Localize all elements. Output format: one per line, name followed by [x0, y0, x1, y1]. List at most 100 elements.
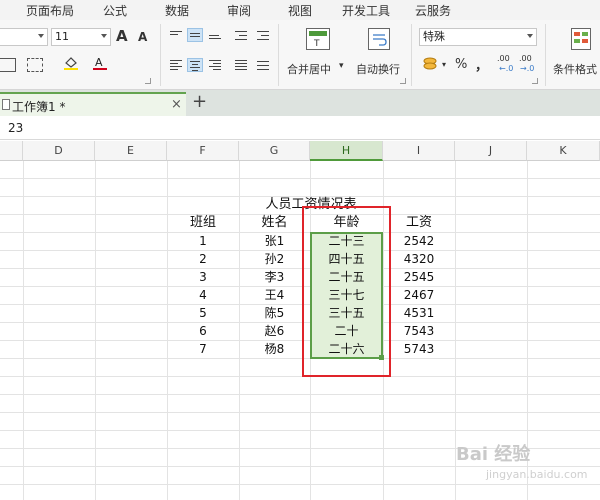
watermark-brand: Bai 经验 [456, 444, 531, 465]
column-header-d[interactable]: D [23, 141, 95, 161]
grid-line [0, 394, 600, 395]
font-dialog-launcher-icon[interactable] [145, 78, 151, 84]
distributed-icon[interactable] [255, 58, 271, 72]
chevron-down-icon[interactable]: ▾ [442, 60, 446, 69]
column-header-k[interactable]: K [527, 141, 600, 161]
font-size-combo[interactable]: 11 [51, 28, 111, 46]
cell-group[interactable]: 3 [167, 268, 239, 286]
cell-name[interactable]: 杨8 [239, 340, 310, 358]
column-header-e[interactable]: E [95, 141, 167, 161]
cell-group[interactable]: 5 [167, 304, 239, 322]
column-header-partial[interactable] [0, 141, 23, 161]
column-header-h[interactable]: H [310, 141, 383, 161]
alignment-dialog-launcher-icon[interactable] [400, 78, 406, 84]
chevron-down-icon [38, 34, 44, 38]
decrease-decimal-button[interactable]: .00 [519, 54, 532, 63]
merge-center-icon[interactable]: T [306, 28, 330, 50]
ribbon-separator [545, 24, 546, 86]
close-icon[interactable]: × [171, 97, 182, 112]
font-color-swatch [93, 68, 107, 70]
cell-name[interactable]: 孙2 [239, 250, 310, 268]
menu-tab-page-layout[interactable]: 页面布局 [26, 2, 74, 19]
align-right-icon[interactable] [207, 58, 223, 72]
menu-tab-data[interactable]: 数据 [165, 2, 189, 19]
ribbon-separator [160, 24, 161, 86]
justify-icon[interactable] [233, 58, 249, 72]
header-cell-name[interactable]: 姓名 [239, 214, 310, 232]
grid-line [0, 178, 600, 179]
column-header-j[interactable]: J [455, 141, 527, 161]
arrow-right-icon: →.0 [520, 64, 535, 73]
cell-group[interactable]: 1 [167, 232, 239, 250]
number-format-combo[interactable]: 特殊 [419, 28, 537, 46]
align-bottom-icon[interactable] [207, 28, 223, 42]
cell-group[interactable]: 7 [167, 340, 239, 358]
merge-center-button[interactable]: 合并居中 [287, 61, 331, 77]
number-dialog-launcher-icon[interactable] [532, 78, 538, 84]
chevron-down-icon[interactable]: ▾ [339, 61, 344, 71]
header-cell-salary[interactable]: 工资 [383, 214, 455, 232]
indent-decrease-icon[interactable] [233, 28, 249, 42]
cell-group[interactable]: 4 [167, 286, 239, 304]
grid-line [0, 358, 600, 359]
grid-line [0, 430, 600, 431]
menu-tab-developer[interactable]: 开发工具 [342, 2, 390, 19]
cell-salary[interactable]: 7543 [383, 322, 455, 340]
increase-decimal-button[interactable]: .00 [497, 54, 510, 63]
cell-group[interactable]: 2 [167, 250, 239, 268]
column-header-g[interactable]: G [239, 141, 310, 161]
document-tab-title: 工作簿1 * [12, 100, 66, 114]
wrap-text-button[interactable]: 自动换行 [356, 61, 400, 77]
cell-salary[interactable]: 2467 [383, 286, 455, 304]
cell-salary[interactable]: 4531 [383, 304, 455, 322]
wrap-text-icon[interactable] [368, 28, 390, 50]
cell-name[interactable]: 陈5 [239, 304, 310, 322]
cell-name[interactable]: 张1 [239, 232, 310, 250]
svg-text:T: T [313, 39, 320, 49]
conditional-format-icon[interactable] [571, 28, 591, 50]
menu-tab-cloud[interactable]: 云服务 [415, 2, 451, 19]
fill-color-icon[interactable] [63, 56, 79, 70]
align-middle-icon[interactable] [187, 28, 203, 42]
cell-name[interactable]: 王4 [239, 286, 310, 304]
cell-group[interactable]: 6 [167, 322, 239, 340]
cell-name[interactable]: 赵6 [239, 322, 310, 340]
align-left-icon[interactable] [168, 58, 184, 72]
column-header-f[interactable]: F [167, 141, 239, 161]
new-tab-button[interactable]: + [192, 91, 207, 112]
font-shrink-button[interactable]: A [138, 30, 147, 44]
cell-salary[interactable]: 2545 [383, 268, 455, 286]
align-top-icon[interactable] [168, 28, 184, 42]
indent-increase-icon[interactable] [255, 28, 271, 42]
conditional-format-button[interactable]: 条件格式 [553, 61, 597, 77]
comma-button[interactable]: ， [475, 55, 488, 74]
decrease-decimal-label: .00 [519, 54, 532, 63]
document-tab[interactable]: 工作簿1 * × [0, 92, 186, 116]
grid-line [95, 161, 96, 500]
font-grow-button[interactable]: A [116, 27, 128, 45]
cell-style-icon[interactable] [27, 58, 43, 72]
ribbon-separator [411, 24, 412, 86]
column-header-i[interactable]: I [383, 141, 455, 161]
borders-icon[interactable] [0, 58, 16, 72]
menu-tab-view[interactable]: 视图 [288, 2, 312, 19]
font-name-combo[interactable] [0, 28, 48, 46]
grid-line [0, 466, 600, 467]
grid-line [0, 412, 600, 413]
cell-salary[interactable]: 4320 [383, 250, 455, 268]
header-cell-group[interactable]: 班组 [167, 214, 239, 232]
grid-line [0, 484, 600, 485]
cell-salary[interactable]: 5743 [383, 340, 455, 358]
currency-icon[interactable] [422, 56, 440, 72]
percent-button[interactable]: % [455, 57, 467, 72]
chevron-down-icon [527, 34, 533, 38]
font-color-icon[interactable]: A [92, 56, 108, 70]
cell-name[interactable]: 李3 [239, 268, 310, 286]
cell-salary[interactable]: 2542 [383, 232, 455, 250]
formula-bar[interactable]: 23 [0, 116, 600, 140]
menu-tab-review[interactable]: 审阅 [227, 2, 251, 19]
align-center-icon[interactable] [187, 58, 203, 72]
menu-tab-formulas[interactable]: 公式 [103, 2, 127, 19]
svg-text:A: A [95, 56, 103, 69]
highlight-annotation-box [302, 206, 391, 377]
